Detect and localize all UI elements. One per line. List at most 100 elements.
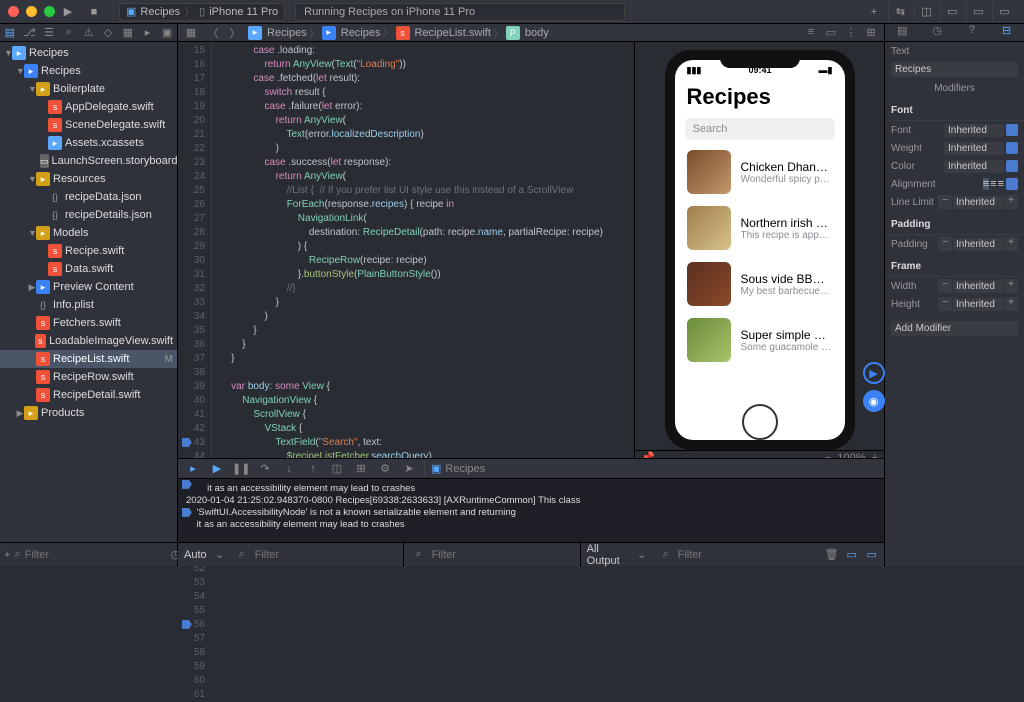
- file-tree-item[interactable]: ▼▸Models: [0, 224, 177, 242]
- clear-console-button[interactable]: 🗑: [824, 548, 840, 561]
- related-items-button[interactable]: ▦: [182, 26, 200, 39]
- weight-value[interactable]: Inherited: [944, 142, 1004, 155]
- file-tree-item[interactable]: sRecipeDetail.swift: [0, 386, 177, 404]
- add-modifier-button[interactable]: Add Modifier: [891, 321, 1018, 336]
- memory-graph-button[interactable]: ⊞: [352, 462, 370, 475]
- console-output[interactable]: it as an accessibility element may lead …: [178, 478, 884, 542]
- add-file-button[interactable]: +: [4, 547, 10, 563]
- file-tree-item[interactable]: {}recipeData.json: [0, 188, 177, 206]
- add-button[interactable]: +: [862, 3, 886, 21]
- recipe-row[interactable]: Chicken Dhansak Wonderful spicy persian/…: [675, 144, 845, 200]
- live-preview-button[interactable]: ▶: [863, 362, 885, 384]
- font-popup-button[interactable]: [1006, 124, 1018, 136]
- font-value[interactable]: Inherited: [944, 124, 1004, 137]
- symbol-navigator-tab[interactable]: ☰: [39, 24, 59, 41]
- align-left-button[interactable]: ≡: [983, 178, 989, 190]
- breakpoint-navigator-tab[interactable]: ▸: [138, 24, 158, 41]
- source-control-navigator-tab[interactable]: ⎇: [20, 24, 40, 41]
- stop-button[interactable]: ■: [81, 3, 107, 21]
- close-window[interactable]: [8, 6, 19, 17]
- home-button[interactable]: [742, 404, 778, 440]
- align-center-button[interactable]: ≡: [990, 178, 996, 190]
- file-tree-item[interactable]: sData.swift: [0, 260, 177, 278]
- search-field[interactable]: Search: [685, 118, 835, 140]
- issue-navigator-tab[interactable]: ⚠: [79, 24, 99, 41]
- file-tree-item[interactable]: ▼▸Resources: [0, 170, 177, 188]
- recipe-row[interactable]: Sous vide BBQ pork ri... My best barbecu…: [675, 256, 845, 312]
- variables-settings-icon[interactable]: ⌄: [211, 548, 229, 561]
- file-tree-item[interactable]: sFetchers.swift: [0, 314, 177, 332]
- padding-value[interactable]: Inherited: [953, 238, 1003, 251]
- linelimit-dec-button[interactable]: −: [938, 195, 952, 209]
- auto-label[interactable]: Auto: [184, 549, 207, 561]
- padding-dec-button[interactable]: −: [938, 237, 952, 251]
- recipe-list[interactable]: Chicken Dhansak Wonderful spicy persian/…: [675, 144, 845, 440]
- navigator-filter-input[interactable]: [25, 549, 167, 561]
- output-scope-button[interactable]: All Output: [587, 543, 630, 567]
- width-value[interactable]: Inherited: [953, 280, 1003, 293]
- toggle-console-view-button[interactable]: ▭: [864, 548, 880, 561]
- console-filter-left-input[interactable]: [432, 549, 574, 561]
- file-tree-item[interactable]: sAppDelegate.swift: [0, 98, 177, 116]
- toggle-breakpoints-button[interactable]: ▸: [184, 462, 202, 475]
- linelimit-inc-button[interactable]: +: [1004, 195, 1018, 209]
- file-tree-item[interactable]: sSceneDelegate.swift: [0, 116, 177, 134]
- height-dec-button[interactable]: −: [938, 297, 952, 311]
- file-tree-item[interactable]: sRecipe.swift: [0, 242, 177, 260]
- canvas-button[interactable]: ▭: [822, 26, 840, 39]
- file-tree-item[interactable]: {}Info.plist: [0, 296, 177, 314]
- library-button[interactable]: ⇆: [888, 3, 912, 21]
- jump-bar-segment[interactable]: ▸Recipes: [322, 26, 381, 40]
- width-inc-button[interactable]: +: [1004, 279, 1018, 293]
- process-crumb[interactable]: ▣ Recipes: [431, 462, 485, 475]
- width-dec-button[interactable]: −: [938, 279, 952, 293]
- env-override-button[interactable]: ⚙: [376, 462, 394, 475]
- location-button[interactable]: ➤: [400, 462, 418, 475]
- file-tree-item[interactable]: {}recipeDetails.json: [0, 206, 177, 224]
- add-editor-button[interactable]: ⊞: [862, 26, 880, 39]
- toggle-variables-view-button[interactable]: ▭: [844, 548, 860, 561]
- variables-filter-input[interactable]: [255, 549, 397, 561]
- project-navigator-tab[interactable]: ▤: [0, 24, 20, 41]
- height-value[interactable]: Inherited: [953, 298, 1003, 311]
- run-button[interactable]: ▶: [55, 3, 81, 21]
- file-tree-item[interactable]: ▼▸Recipes: [0, 44, 177, 62]
- inspector-value-field[interactable]: Recipes: [891, 62, 1018, 77]
- jump-bar-segment[interactable]: ▸Recipes: [248, 26, 307, 40]
- history-inspector-tab[interactable]: ◷: [920, 24, 955, 41]
- file-tree-item[interactable]: ▸Assets.xcassets: [0, 134, 177, 152]
- align-right-button[interactable]: ≡: [998, 178, 1004, 190]
- file-tree-item[interactable]: ▶▸Products: [0, 404, 177, 422]
- file-tree-item[interactable]: sLoadableImageView.swift: [0, 332, 177, 350]
- help-inspector-tab[interactable]: ?: [955, 24, 990, 41]
- padding-inc-button[interactable]: +: [1004, 237, 1018, 251]
- preview-inspect-button[interactable]: ◉: [863, 390, 885, 412]
- step-out-button[interactable]: ↑: [304, 463, 322, 475]
- minimize-window[interactable]: [26, 6, 37, 17]
- jump-bar-segment[interactable]: Pbody: [506, 26, 549, 40]
- debug-view-button[interactable]: ◫: [328, 462, 346, 475]
- file-tree-item[interactable]: sRecipeList.swiftM: [0, 350, 177, 368]
- recipe-row[interactable]: Super simple guacam... Some guacamole re…: [675, 312, 845, 368]
- adjust-editor-button[interactable]: ⋮: [842, 26, 860, 39]
- file-tree-item[interactable]: ▼▸Recipes: [0, 62, 177, 80]
- file-inspector-tab[interactable]: ▤: [885, 24, 920, 41]
- weight-popup-button[interactable]: [1006, 142, 1018, 154]
- file-tree-item[interactable]: ▼▸Boilerplate: [0, 80, 177, 98]
- recipe-row[interactable]: Northern irish vegeta... This recipe is …: [675, 200, 845, 256]
- continue-button[interactable]: ▶: [208, 462, 226, 475]
- height-inc-button[interactable]: +: [1004, 297, 1018, 311]
- jump-bar-segment[interactable]: sRecipeList.swift: [396, 26, 491, 40]
- debug-navigator-tab[interactable]: ▦: [118, 24, 138, 41]
- find-navigator-tab[interactable]: ⌕: [59, 24, 79, 41]
- pause-button[interactable]: ❚❚: [232, 462, 250, 475]
- back-button[interactable]: 〈: [204, 25, 222, 41]
- file-tree-item[interactable]: sRecipeRow.swift: [0, 368, 177, 386]
- report-navigator-tab[interactable]: ▣: [157, 24, 177, 41]
- align-popup-button[interactable]: [1006, 178, 1018, 190]
- attributes-inspector-tab[interactable]: ⊟: [989, 24, 1024, 41]
- zoom-window[interactable]: [44, 6, 55, 17]
- toggle-navigator-button[interactable]: ▭: [940, 3, 964, 21]
- test-navigator-tab[interactable]: ◇: [98, 24, 118, 41]
- linelimit-value[interactable]: Inherited: [953, 196, 1003, 209]
